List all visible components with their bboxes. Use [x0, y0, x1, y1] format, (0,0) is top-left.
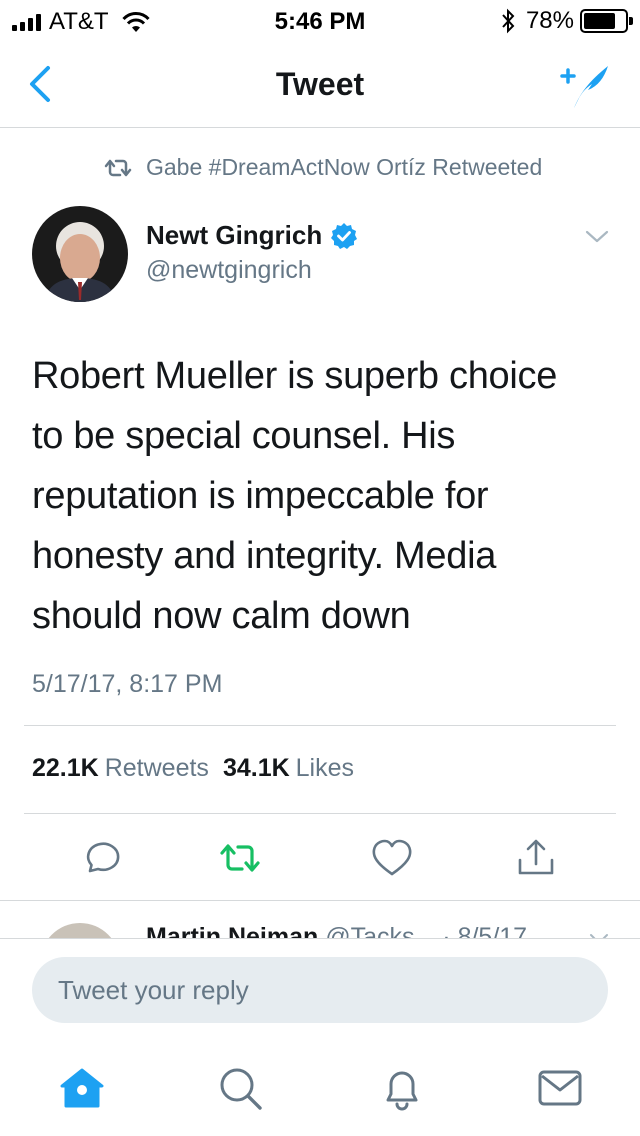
reply-icon[interactable]	[80, 838, 124, 878]
battery-fill	[584, 13, 616, 29]
retweet-count: 22.1K	[32, 754, 99, 782]
retweet-count-link[interactable]: 22.1K Retweets	[32, 754, 209, 783]
messages-icon[interactable]	[536, 1064, 584, 1112]
reply-author-handle: @Tacks...	[325, 923, 436, 939]
retweet-context[interactable]: Gabe #DreamActNow Ortíz Retweeted	[104, 154, 542, 181]
status-bar: AT&T 5:46 PM 78%	[0, 0, 640, 40]
verified-badge-icon	[331, 222, 358, 249]
home-icon[interactable]	[58, 1064, 106, 1112]
reply-author-name: Martin Neiman	[146, 923, 319, 939]
notifications-icon[interactable]	[378, 1064, 426, 1112]
bluetooth-icon	[502, 8, 515, 34]
battery-icon	[580, 9, 633, 33]
engagement-counts: 22.1K Retweets 34.1K Likes	[32, 754, 354, 783]
chevron-down-icon[interactable]	[584, 226, 610, 246]
reply-header: Martin Neiman @Tacks... · 8/5/17	[146, 923, 527, 939]
tweet-text-line: Robert Mueller is superb choice	[32, 355, 558, 397]
like-icon[interactable]	[370, 838, 414, 878]
tweet-text-line: reputation is impeccable for	[32, 475, 489, 517]
tweet-text-line: should now calm down	[32, 595, 411, 637]
reply-composer	[0, 938, 640, 1038]
nav-bar: Tweet	[0, 40, 640, 128]
search-icon[interactable]	[216, 1064, 264, 1112]
share-icon[interactable]	[514, 838, 558, 878]
retweet-icon[interactable]	[218, 838, 262, 878]
like-label: Likes	[295, 754, 355, 782]
retweet-label: Retweets	[104, 754, 209, 782]
compose-tweet-icon[interactable]	[558, 60, 612, 110]
tweet-timestamp: 5/17/17, 8:17 PM	[32, 670, 223, 698]
tweet-text-line: to be special counsel. His	[32, 415, 456, 457]
avatar[interactable]	[32, 206, 128, 302]
like-count: 34.1K	[222, 754, 290, 782]
retweet-context-text: Gabe #DreamActNow Ortíz Retweeted	[146, 154, 543, 180]
like-count-link[interactable]: 34.1K Likes	[223, 754, 354, 783]
tab-bar	[0, 1040, 640, 1136]
battery-percent: 78%	[525, 7, 574, 34]
reply-input[interactable]	[32, 957, 608, 1023]
author-handle[interactable]: @newtgingrich	[146, 256, 312, 285]
reply-tweet-preview[interactable]: Martin Neiman @Tacks... · 8/5/17	[0, 901, 640, 939]
avatar[interactable]	[40, 923, 120, 939]
divider	[24, 813, 616, 814]
reply-date: · 8/5/17	[442, 923, 528, 939]
divider	[24, 725, 616, 726]
author-name-row[interactable]: Newt Gingrich	[146, 220, 358, 251]
tweet-text: Robert Mueller is superb choice to be sp…	[32, 346, 612, 646]
tweet-text-line: honesty and integrity. Media	[32, 535, 497, 577]
author-name: Newt Gingrich	[146, 220, 323, 250]
page-title: Tweet	[275, 66, 365, 102]
retweet-icon	[104, 159, 132, 176]
